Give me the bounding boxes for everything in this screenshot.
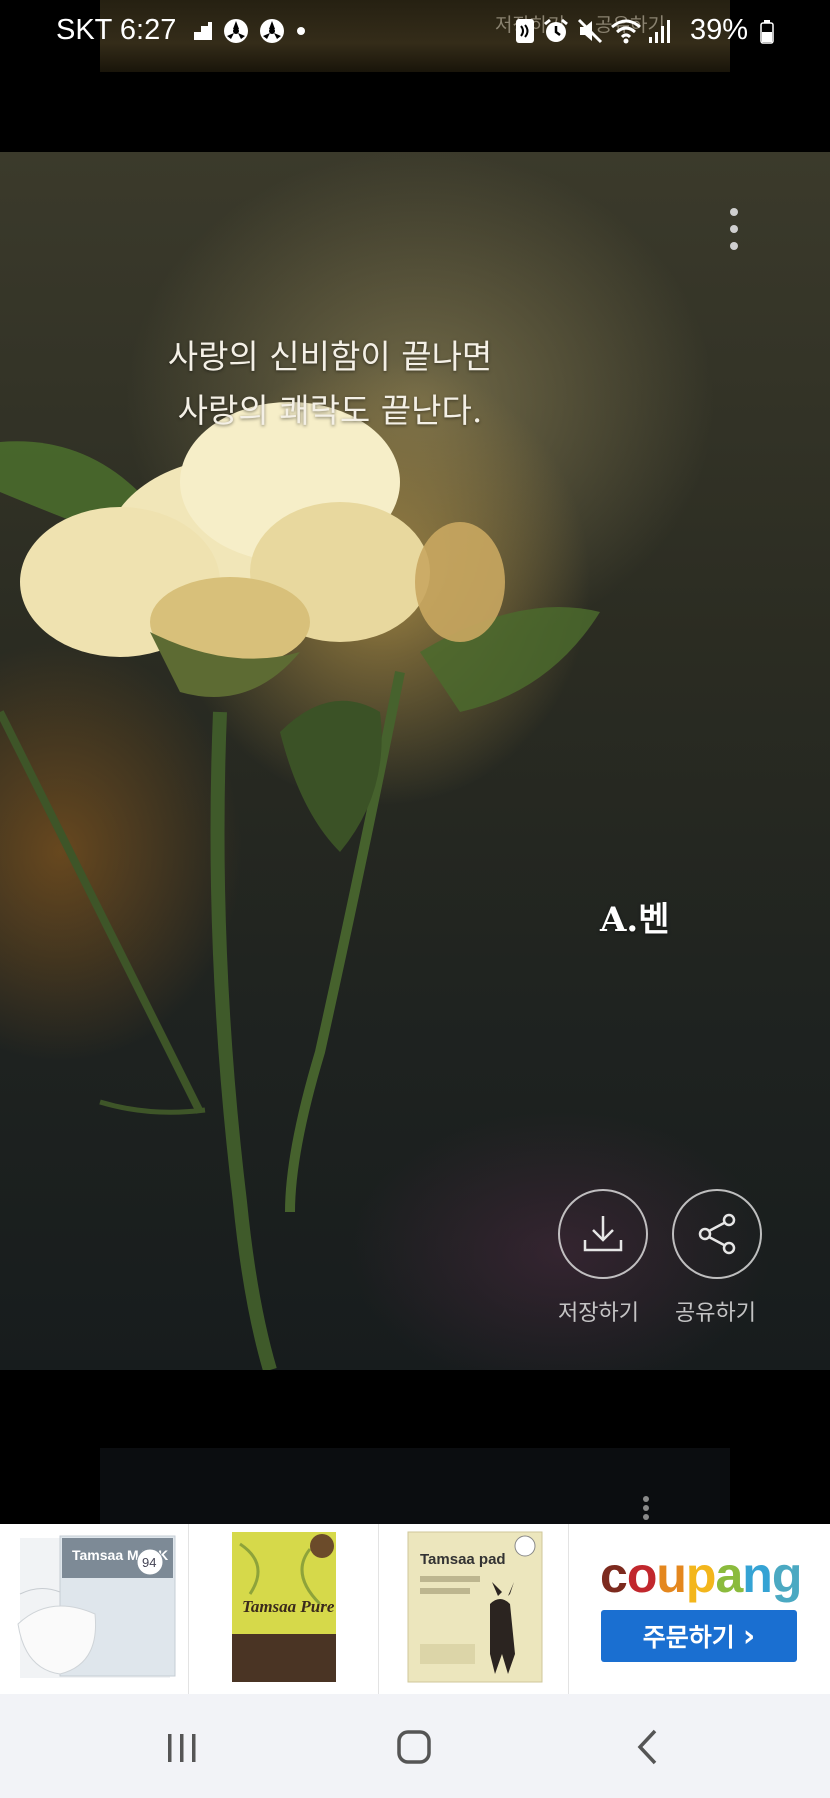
battery-icon	[760, 20, 774, 44]
fan-icon	[224, 19, 248, 43]
save-label: 저장하기	[558, 1301, 639, 1326]
quote-author: A.벤	[600, 900, 670, 940]
quote-text: 사랑의 신비함이 끝나면 사랑의 쾌락도 끝난다.	[0, 330, 660, 438]
home-icon[interactable]	[396, 1729, 432, 1765]
mask-product-image: Tamsaa MASK 94	[17, 1535, 176, 1678]
more-vertical-icon[interactable]	[722, 204, 746, 254]
recent-apps-icon[interactable]	[164, 1732, 200, 1764]
chevron-right-icon: ›	[742, 1618, 756, 1654]
nfc-icon	[516, 19, 534, 43]
status-time: SKT 6:27	[56, 14, 177, 46]
logo-letter: u	[656, 1547, 687, 1603]
quote-line-2: 사랑의 쾌락도 끝난다.	[177, 391, 483, 430]
status-right-icons	[514, 16, 672, 46]
order-button[interactable]: 주문하기 ›	[601, 1610, 797, 1662]
order-button-label: 주문하기	[642, 1623, 735, 1652]
download-icon	[583, 1216, 623, 1252]
wifi-icon	[611, 19, 641, 44]
logo-letter: p	[685, 1547, 717, 1603]
quote-card[interactable]: 사랑의 신비함이 끝나면 사랑의 쾌락도 끝난다. A.벤 저장하기 공유하기	[0, 152, 830, 1370]
mask-badge-text: 94	[142, 1555, 156, 1570]
back-icon[interactable]	[636, 1728, 658, 1766]
quote-line-1: 사랑의 신비함이 끝나면	[167, 337, 493, 376]
tissue-brand-text: Tamsaa Pure	[242, 1597, 335, 1616]
pad-brand-text: Tamsaa pad	[420, 1551, 506, 1568]
ad-product-tissue[interactable]: Tamsaa Pure	[190, 1524, 379, 1694]
logo-letter: a	[715, 1547, 743, 1603]
cell-signal-icon	[649, 20, 670, 43]
logo-letter: g	[771, 1547, 803, 1603]
battery-percent: 39%	[690, 14, 749, 46]
ad-product-pad[interactable]: Tamsaa pad	[380, 1524, 569, 1694]
ad-product-mask[interactable]: Tamsaa MASK 94	[0, 1524, 189, 1694]
mute-icon	[577, 18, 603, 44]
logo-letter: c	[600, 1547, 628, 1603]
fan-icon	[260, 19, 284, 43]
save-button[interactable]	[558, 1189, 648, 1279]
coupang-logo[interactable]: coupang	[600, 1546, 803, 1604]
alarm-icon	[544, 18, 568, 42]
logo-letter: n	[742, 1547, 773, 1603]
ad-banner[interactable]: Tamsaa MASK 94 Tamsaa Pure Tamsaa pad co…	[0, 1524, 830, 1694]
next-card-preview[interactable]	[100, 1448, 730, 1524]
share-label: 공유하기	[675, 1301, 756, 1326]
tissue-product-image: Tamsaa Pure	[232, 1532, 336, 1682]
signal-data-icon	[194, 22, 212, 40]
share-button[interactable]	[672, 1189, 762, 1279]
pad-product-image: Tamsaa pad	[407, 1531, 543, 1683]
share-icon	[698, 1213, 736, 1255]
more-vertical-icon[interactable]	[638, 1495, 654, 1521]
dot-icon	[297, 27, 305, 35]
status-left-icons	[192, 16, 308, 46]
logo-letter: o	[626, 1547, 658, 1603]
